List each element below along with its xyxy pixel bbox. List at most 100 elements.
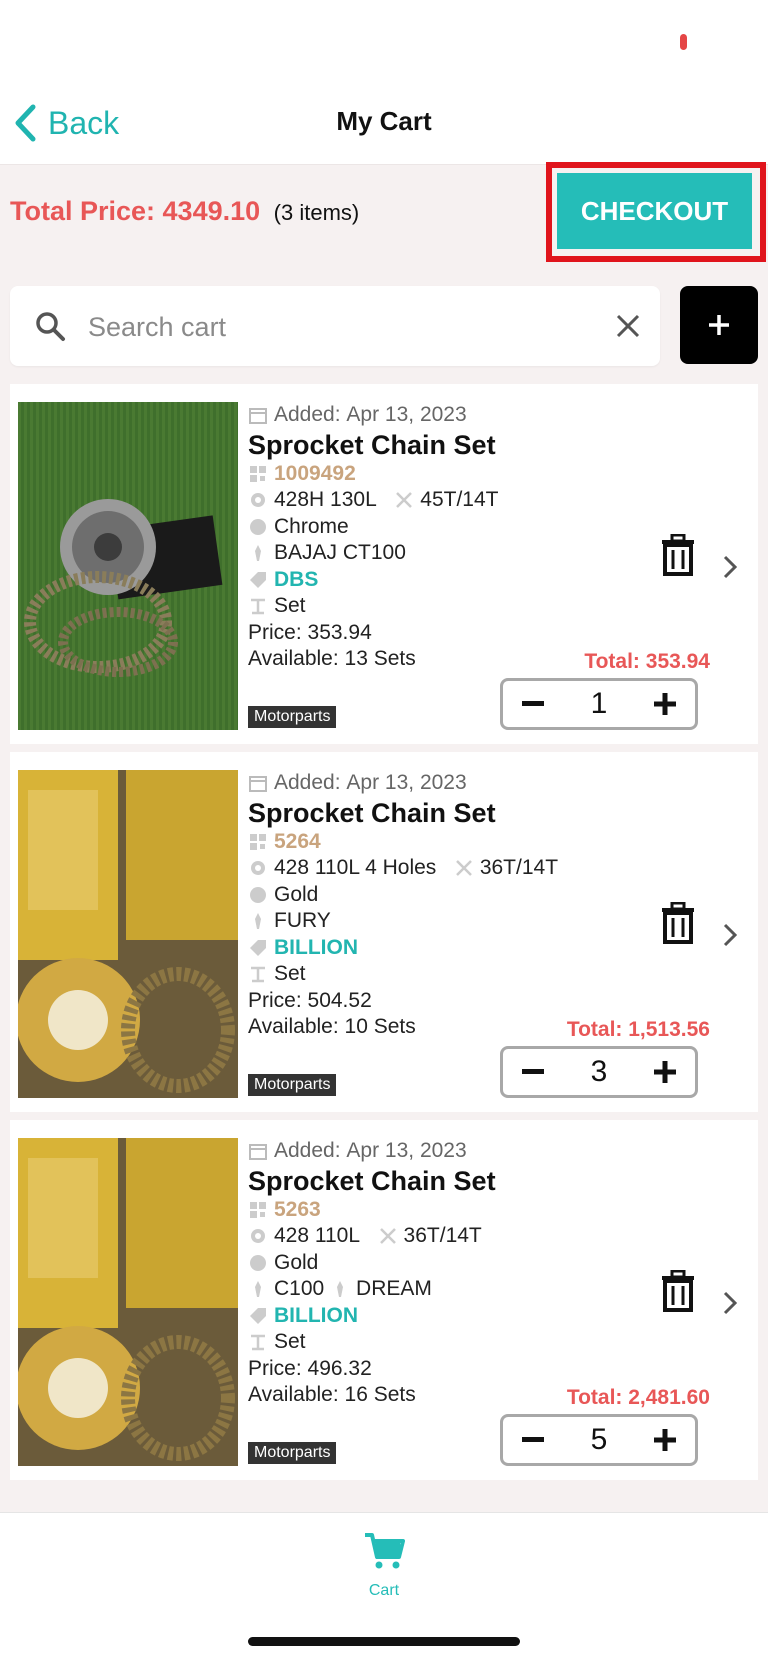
gear-icon [251, 493, 265, 508]
decrement-button[interactable] [503, 1049, 563, 1095]
scale-icon [251, 599, 265, 615]
chevron-right-icon[interactable] [722, 922, 738, 948]
quantity-stepper: 5 [500, 1414, 698, 1466]
plus-icon [654, 1061, 676, 1083]
status-bar [0, 0, 768, 80]
category-badge: Motorparts [248, 1442, 337, 1464]
checkout-button[interactable]: CHECKOUT [557, 173, 752, 249]
increment-button[interactable] [635, 1417, 695, 1463]
item-title: Sprocket Chain Set [248, 1165, 496, 1196]
tag-icon [250, 939, 266, 956]
increment-button[interactable] [635, 681, 695, 727]
decrement-button[interactable] [503, 681, 563, 727]
item-title: Sprocket Chain Set [248, 429, 496, 460]
chevron-right-icon[interactable] [722, 554, 738, 580]
cart-item-card[interactable]: Motorparts Added: Apr 13, 2023 Sprocket … [10, 384, 758, 744]
tab-cart[interactable]: Cart [344, 1531, 424, 1600]
plus-icon [654, 1429, 676, 1451]
item-model: FURY [274, 909, 331, 932]
item-model: DREAM [356, 1277, 432, 1300]
nav-bar: Back My Cart [0, 80, 768, 165]
decrement-button[interactable] [503, 1417, 563, 1463]
tag-icon [250, 571, 266, 588]
motorbike-icon [337, 1281, 344, 1298]
item-teeth: 36T/14T [479, 856, 559, 879]
minus-icon [522, 1069, 544, 1074]
cart-item-card[interactable]: Motorparts Added: Apr 13, 2023 Sprocket … [10, 1120, 758, 1480]
item-unit: Set [274, 594, 306, 617]
gear-icon [251, 1229, 265, 1244]
palette-icon [250, 1254, 266, 1271]
palette-icon [250, 518, 266, 535]
qr-code-icon [250, 1201, 266, 1218]
item-unit: Set [274, 962, 306, 985]
calendar-icon [249, 1144, 267, 1161]
scale-icon [251, 1335, 265, 1351]
motorbike-icon [255, 1281, 261, 1298]
recording-indicator [680, 34, 687, 50]
cart-item-card[interactable]: Motorparts Added: Apr 13, 2023 Sprocket … [10, 752, 758, 1112]
expand-icon [455, 860, 472, 877]
trash-icon[interactable] [660, 534, 696, 576]
home-indicator [248, 1637, 520, 1646]
item-teeth: 36T/14T [403, 1224, 482, 1247]
quantity-value[interactable]: 3 [569, 1055, 629, 1089]
line-total: Total: 353.94 [584, 650, 710, 673]
calendar-icon [249, 408, 267, 425]
item-spec: 428 110L 4 Holes [274, 856, 437, 879]
added-label: Added: [274, 403, 341, 426]
added-date: Apr 13, 2023 [346, 771, 467, 794]
item-details: Added: Apr 13, 2023 Sprocket Chain Set 5… [248, 1138, 708, 1409]
item-code: 5263 [274, 1197, 321, 1221]
expand-icon [379, 1228, 396, 1245]
item-price: Price: 496.32 [248, 1356, 372, 1380]
item-brand: BILLION [274, 1303, 358, 1327]
item-color: Gold [274, 882, 319, 906]
palette-icon [250, 886, 266, 903]
item-teeth: 45T/14T [420, 488, 499, 511]
qr-code-icon [250, 465, 266, 482]
item-spec: 428H 130L [274, 488, 377, 511]
category-badge: Motorparts [248, 1074, 337, 1096]
item-title: Sprocket Chain Set [248, 797, 496, 828]
item-model: BAJAJ CT100 [274, 541, 406, 564]
tab-cart-label: Cart [368, 1582, 400, 1599]
minus-icon [522, 701, 544, 706]
trash-icon[interactable] [660, 902, 696, 944]
close-icon[interactable] [614, 312, 642, 340]
category-badge: Motorparts [248, 706, 337, 728]
add-item-button[interactable] [680, 286, 758, 364]
item-unit: Set [274, 1330, 306, 1353]
expand-icon [396, 492, 413, 509]
item-color: Gold [274, 1250, 319, 1274]
item-code: 1009492 [274, 461, 356, 485]
increment-button[interactable] [635, 1049, 695, 1095]
item-model: C100 [274, 1277, 325, 1300]
search-icon [36, 312, 65, 341]
search-bar [10, 286, 660, 366]
search-input[interactable] [86, 304, 590, 350]
item-spec: 428 110L [274, 1224, 361, 1247]
trash-icon[interactable] [660, 1270, 696, 1312]
quantity-stepper: 3 [500, 1046, 698, 1098]
quantity-value[interactable]: 1 [569, 687, 629, 721]
cart-summary: Total Price: 4349.10 (3 items) [10, 196, 359, 227]
motorbike-icon [255, 545, 261, 562]
chevron-right-icon[interactable] [722, 1290, 738, 1316]
added-label: Added: [274, 771, 341, 794]
added-date: Apr 13, 2023 [346, 403, 467, 426]
quantity-stepper: 1 [500, 678, 698, 730]
quantity-value[interactable]: 5 [569, 1423, 629, 1457]
calendar-icon [249, 776, 267, 793]
plus-icon [654, 693, 676, 715]
item-price: Price: 353.94 [248, 620, 372, 644]
product-image [18, 402, 238, 730]
tag-icon [250, 1307, 266, 1324]
item-code: 5264 [274, 829, 321, 853]
item-price: Price: 504.52 [248, 988, 372, 1012]
cart-icon [365, 1533, 405, 1569]
gear-icon [251, 861, 265, 876]
added-date: Apr 13, 2023 [346, 1139, 467, 1162]
qr-code-icon [250, 833, 266, 850]
item-details: Added: Apr 13, 2023 Sprocket Chain Set 1… [248, 402, 708, 673]
